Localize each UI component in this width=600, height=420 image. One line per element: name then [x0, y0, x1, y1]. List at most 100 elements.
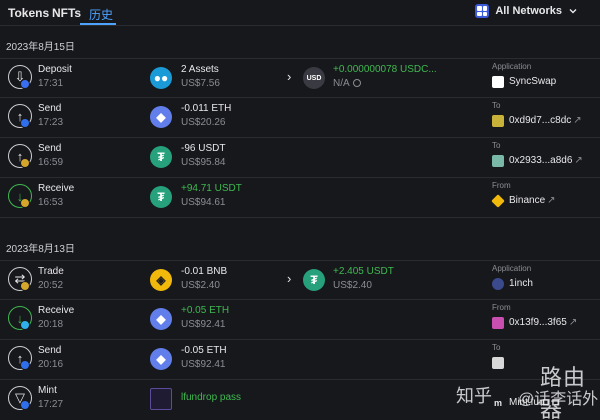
tx-time: 17:27 — [38, 399, 64, 410]
tx-type: Mint — [38, 385, 57, 396]
counterparty-name[interactable]: SyncSwap — [509, 76, 556, 87]
chain-badge-icon — [20, 198, 30, 208]
counterparty-address[interactable]: 0xd9d7...c8dc ↗ — [509, 115, 582, 126]
info-icon[interactable] — [352, 79, 361, 87]
chain-badge-icon — [20, 79, 30, 89]
tab-nfts[interactable]: NFTs — [52, 6, 81, 20]
tx-amount: -0.01 BNB — [181, 266, 228, 277]
eth-icon: ◆ — [150, 348, 172, 370]
tx-received-usd: US$2.40 — [333, 280, 372, 291]
history-row-receive[interactable]: ↓ Receive 20:18 ◆ +0.05 ETH US$92.41 Fro… — [0, 300, 600, 340]
active-tab-indicator — [80, 23, 116, 25]
tx-received-usd: N/A — [333, 78, 361, 89]
external-link-icon[interactable]: ↗ — [573, 115, 581, 126]
history-row-deposit[interactable]: ⇩ Deposit 17:31 ●● 2 Assets US$7.56 › US… — [0, 58, 600, 98]
tx-amount: +0.05 ETH — [181, 305, 230, 316]
networks-grid-icon — [475, 4, 490, 18]
chevron-down-icon — [569, 9, 577, 14]
binance-icon — [491, 194, 505, 208]
watermark-site: 知乎 — [456, 386, 492, 406]
avatar-icon — [492, 115, 504, 127]
avatar-icon — [492, 357, 504, 369]
tx-amount: -96 USDT — [181, 143, 226, 154]
tx-time: 16:53 — [38, 197, 64, 208]
external-link-icon[interactable]: ↗ — [547, 195, 555, 206]
tx-usd-value: US$94.61 — [181, 197, 226, 208]
mintfun-icon: m — [492, 397, 504, 409]
tx-time: 20:52 — [38, 280, 64, 291]
tx-time: 17:23 — [38, 117, 64, 128]
tx-received-amount: +0.000000078 USDC... — [333, 64, 437, 75]
tx-time: 16:59 — [38, 157, 64, 168]
history-row-send[interactable]: ↑ Send 17:23 ◆ -0.011 ETH US$20.26 To 0x… — [0, 98, 600, 138]
chain-badge-icon — [20, 400, 30, 410]
history-row-send[interactable]: ↑ Send 16:59 ₮ -96 USDT US$95.84 To 0x29… — [0, 138, 600, 178]
tx-type: Send — [38, 103, 62, 114]
tx-time: 17:31 — [38, 78, 64, 89]
nft-name: lfundrop pass — [181, 392, 242, 403]
tab-history[interactable]: 历史 — [89, 6, 113, 23]
tx-amount: +94.71 USDT — [181, 183, 242, 194]
counterparty-label: To — [492, 343, 501, 352]
nft-icon — [150, 388, 172, 410]
multi-asset-icon: ●● — [150, 67, 172, 89]
chain-badge-icon — [20, 281, 30, 291]
counterparty-label: From — [492, 303, 511, 312]
1inch-icon — [492, 278, 504, 290]
tx-type: Deposit — [38, 64, 72, 75]
external-link-icon[interactable]: ↗ — [569, 317, 577, 328]
history-row-send[interactable]: ↑ Send 20:16 ◆ -0.05 ETH US$92.41 To — [0, 340, 600, 380]
syncswap-icon — [492, 76, 504, 88]
counterparty-name[interactable]: 1inch — [509, 278, 533, 289]
network-selector[interactable]: All Networks — [475, 4, 578, 18]
tx-type: Send — [38, 345, 62, 356]
counterparty-label: Application — [492, 264, 532, 273]
tx-usd-value: US$7.56 — [181, 78, 220, 89]
tx-usd-value: US$92.41 — [181, 359, 226, 370]
chain-badge-icon — [20, 158, 30, 168]
counterparty-address[interactable]: 0x2933...a8d6 ↗ — [509, 155, 583, 166]
top-tab-bar: Tokens NFTs 历史 All Networks — [0, 0, 600, 26]
counterparty-name[interactable]: Binance ↗ — [509, 195, 556, 206]
chain-badge-icon — [20, 320, 30, 330]
tx-usd-value: US$20.26 — [181, 117, 226, 128]
watermark-author: @话李话外 — [518, 391, 599, 408]
external-link-icon[interactable]: ↗ — [574, 155, 582, 166]
tx-type: Trade — [38, 266, 64, 277]
tx-received-amount: +2.405 USDT — [333, 266, 394, 277]
usd-icon: USD — [303, 67, 325, 89]
date-header: 2023年8月13日 — [6, 244, 75, 255]
chain-badge-icon — [20, 360, 30, 370]
tx-type: Send — [38, 143, 62, 154]
counterparty-label: From — [492, 181, 511, 190]
network-label: All Networks — [495, 5, 562, 17]
tx-time: 20:16 — [38, 359, 64, 370]
avatar-icon — [492, 317, 504, 329]
tx-time: 20:18 — [38, 319, 64, 330]
usdt-icon: ₮ — [303, 269, 325, 291]
counterparty-label: Application — [492, 62, 532, 71]
usdt-icon: ₮ — [150, 186, 172, 208]
tx-type: Receive — [38, 305, 75, 316]
bnb-icon: ◈ — [150, 269, 172, 291]
tab-tokens[interactable]: Tokens — [8, 6, 49, 20]
tx-amount: 2 Assets — [181, 64, 219, 75]
eth-icon: ◆ — [150, 308, 172, 330]
tx-amount: -0.011 ETH — [181, 103, 232, 114]
history-row-receive[interactable]: ↓ Receive 16:53 ₮ +94.71 USDT US$94.61 F… — [0, 178, 600, 218]
chevron-right-icon: › — [287, 271, 292, 286]
tx-usd-value: US$92.41 — [181, 319, 226, 330]
history-row-trade[interactable]: ⇄ Trade 20:52 ◈ -0.01 BNB US$2.40 › ₮ +2… — [0, 260, 600, 300]
tx-usd-value: US$2.40 — [181, 280, 220, 291]
date-header: 2023年8月15日 — [6, 42, 75, 53]
tx-amount: -0.05 ETH — [181, 345, 227, 356]
history-row-mint[interactable]: ▽ Mint 17:27 lfundrop pass m Mint.fun — [0, 380, 600, 420]
usdt-icon: ₮ — [150, 146, 172, 168]
tx-usd-value: US$95.84 — [181, 157, 226, 168]
eth-icon: ◆ — [150, 106, 172, 128]
counterparty-label: To — [492, 101, 501, 110]
avatar-icon — [492, 155, 504, 167]
chain-badge-icon — [20, 118, 30, 128]
tx-type: Receive — [38, 183, 75, 194]
counterparty-address[interactable]: 0x13f9...3f65 ↗ — [509, 317, 577, 328]
